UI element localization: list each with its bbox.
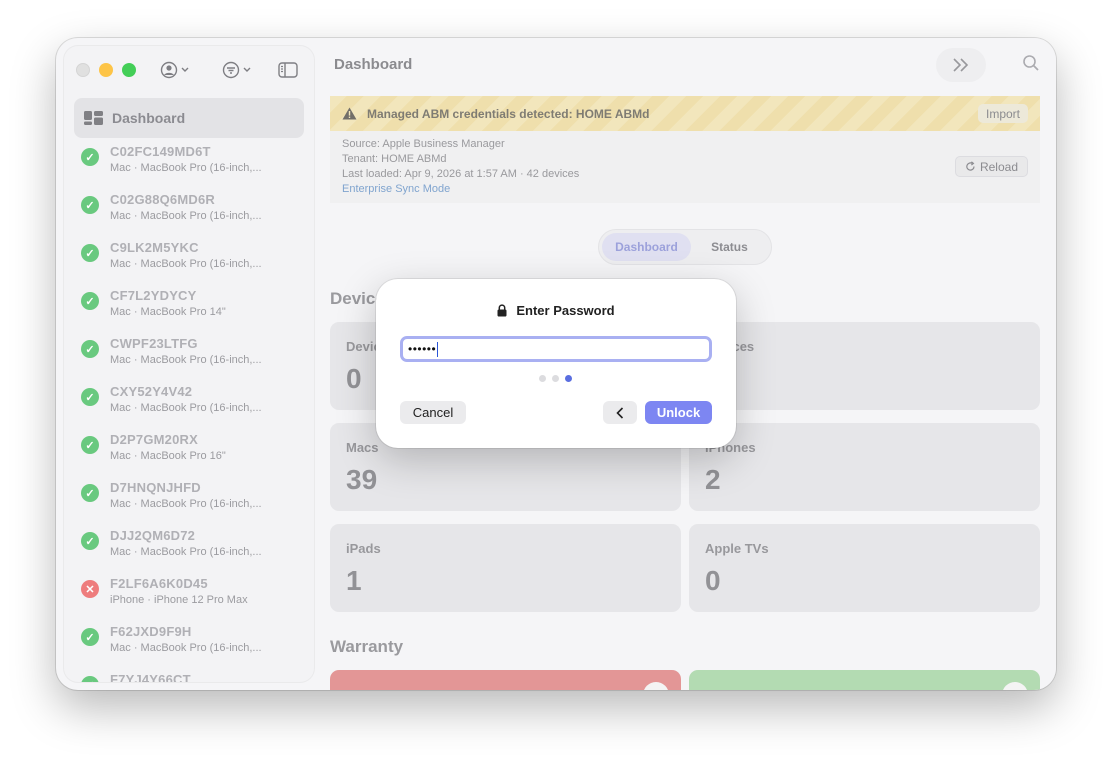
password-field[interactable]: •••••• [400, 336, 712, 362]
unlock-button[interactable]: Unlock [645, 401, 712, 424]
password-dialog: Enter Password •••••• Cancel Unlock [376, 279, 736, 448]
page-dot [539, 375, 546, 382]
password-mask: •••••• [408, 342, 437, 356]
page-dot [552, 375, 559, 382]
back-button[interactable] [603, 401, 637, 424]
page-indicator [539, 375, 572, 382]
page-dot-active [565, 375, 572, 382]
text-caret [437, 341, 439, 357]
lock-icon [497, 304, 507, 317]
dialog-title-text: Enter Password [516, 303, 615, 318]
chevron-left-icon [616, 406, 624, 419]
cancel-button[interactable]: Cancel [400, 401, 466, 424]
dialog-title: Enter Password [376, 303, 736, 318]
